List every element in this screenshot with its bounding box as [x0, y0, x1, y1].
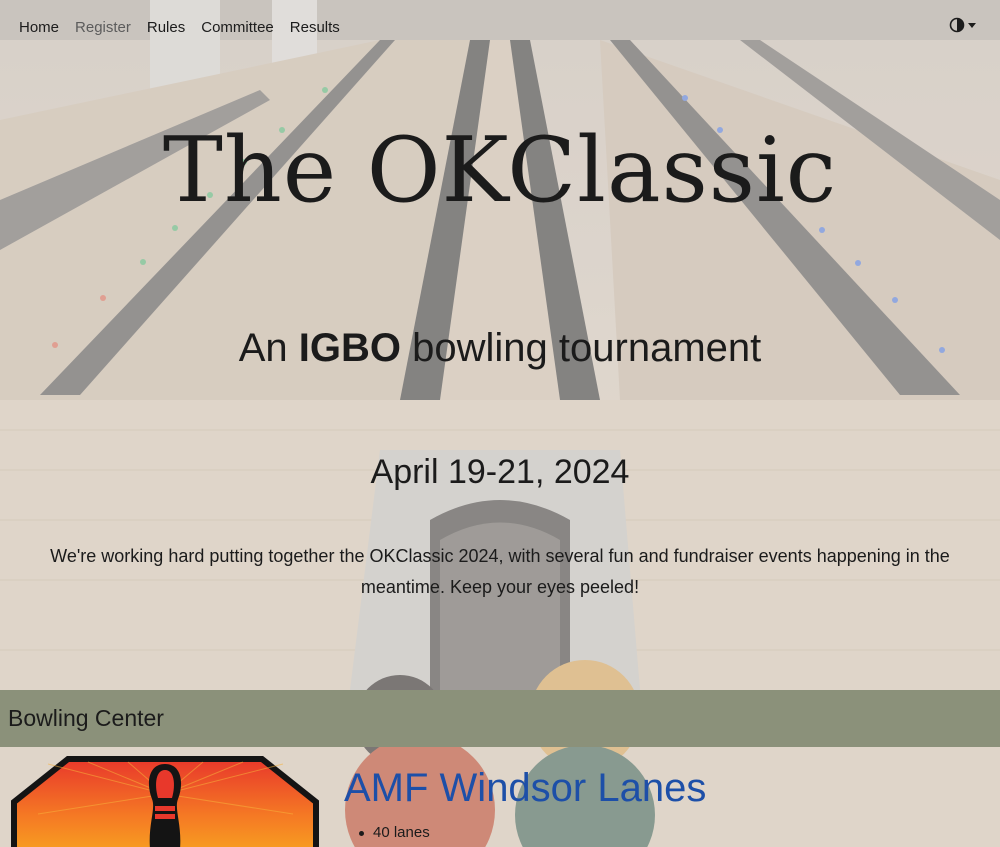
hero-subtitle: An IGBO bowling tournament [0, 326, 1000, 371]
chevron-down-icon [968, 22, 976, 28]
list-item: 40 lanes [357, 824, 430, 841]
hero-subtitle-prefix: An [238, 326, 299, 370]
nav-results[interactable]: Results [290, 19, 340, 36]
nav-register[interactable]: Register [75, 19, 131, 36]
bowling-center-features: 40 lanes [357, 824, 430, 841]
hero-title: The OKClassic [162, 118, 838, 223]
nav-home[interactable]: Home [19, 19, 59, 36]
half-circle-contrast-icon [949, 17, 965, 33]
hero-subtitle-suffix: bowling tournament [401, 326, 762, 370]
top-navbar: Home Register Rules Committee Results [0, 0, 1000, 54]
nav-rules[interactable]: Rules [147, 19, 185, 36]
nav-committee[interactable]: Committee [201, 19, 274, 36]
hero-blurb: We're working hard putting together the … [50, 546, 950, 597]
tournament-date: April 19-21, 2024 [370, 453, 630, 491]
bowling-center-name-link[interactable]: AMF Windsor Lanes [344, 766, 706, 811]
theme-toggle-button[interactable] [949, 17, 976, 33]
hero-subtitle-igbo: IGBO [298, 326, 402, 370]
bowling-pin-logo-icon [8, 754, 322, 847]
section-title: Bowling Center [8, 705, 164, 731]
section-header-bowling-center: Bowling Center [0, 690, 1000, 747]
